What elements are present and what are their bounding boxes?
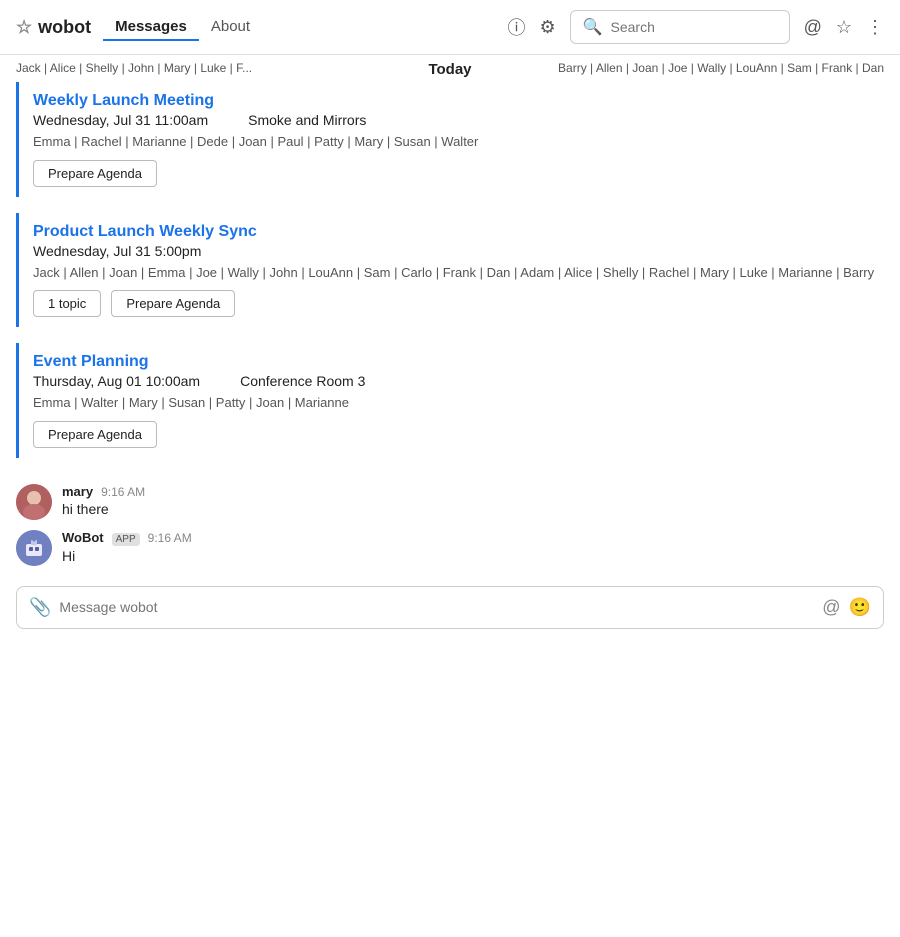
prepare-agenda-button-1[interactable]: Prepare Agenda <box>33 160 157 187</box>
star-button[interactable]: ☆ <box>836 17 852 38</box>
meeting-attendees-product-launch: Jack | Allen | Joan | Emma | Joe | Wally… <box>33 263 884 283</box>
meeting-datetime-weekly-launch: Wednesday, Jul 31 11:00am <box>33 112 208 128</box>
msg-content-wobot: WoBot APP 9:16 AM Hi <box>62 530 192 564</box>
prepare-agenda-button-2[interactable]: Prepare Agenda <box>111 290 235 317</box>
at-input-icon[interactable]: @ <box>822 597 840 618</box>
nav-tabs: Messages About <box>103 14 262 41</box>
topic-button[interactable]: 1 topic <box>33 290 101 317</box>
message-input[interactable] <box>59 599 814 615</box>
info-button[interactable]: ⓘ <box>507 14 525 40</box>
tab-about[interactable]: About <box>199 14 262 41</box>
msg-time-wobot: 9:16 AM <box>148 531 192 545</box>
today-right-names: Barry | Allen | Joan | Joe | Wally | Lou… <box>484 61 884 75</box>
app-logo: ☆ wobot <box>16 17 91 38</box>
msg-header-mary: mary 9:16 AM <box>62 484 145 499</box>
msg-author-wobot: WoBot <box>62 530 104 545</box>
meetings-list: Weekly Launch Meeting Wednesday, Jul 31 … <box>0 82 900 474</box>
star-icon: ☆ <box>16 17 32 38</box>
meeting-meta-event-planning: Thursday, Aug 01 10:00am Conference Room… <box>33 373 884 389</box>
today-bar: Jack | Alice | Shelly | John | Mary | Lu… <box>0 55 900 82</box>
messages-section: mary 9:16 AM hi there WoBo <box>0 474 900 576</box>
meeting-meta-product-launch: Wednesday, Jul 31 5:00pm <box>33 243 884 259</box>
app-badge-wobot: APP <box>112 533 140 546</box>
msg-time-mary: 9:16 AM <box>101 485 145 499</box>
meeting-location-weekly-launch: Smoke and Mirrors <box>248 112 366 128</box>
app-header: ☆ wobot Messages About ⓘ ⚙ 🔍 @ ☆ ⋮ <box>0 0 900 55</box>
msg-content-mary: mary 9:16 AM hi there <box>62 484 145 517</box>
search-input[interactable] <box>611 19 777 35</box>
meeting-datetime-product-launch: Wednesday, Jul 31 5:00pm <box>33 243 201 259</box>
meeting-meta-weekly-launch: Wednesday, Jul 31 11:00am Smoke and Mirr… <box>33 112 884 128</box>
today-label: Today <box>416 61 483 78</box>
meeting-card-event-planning: Event Planning Thursday, Aug 01 10:00am … <box>16 343 884 458</box>
meeting-actions-event-planning: Prepare Agenda <box>33 421 884 448</box>
avatar-wobot <box>16 530 52 566</box>
meeting-attendees-event-planning: Emma | Walter | Mary | Susan | Patty | J… <box>33 393 884 413</box>
meeting-location-event-planning: Conference Room 3 <box>240 373 365 389</box>
avatar-mary <box>16 484 52 520</box>
meeting-title-event-planning[interactable]: Event Planning <box>33 353 884 371</box>
main-content: Jack | Alice | Shelly | John | Mary | Lu… <box>0 55 900 645</box>
avatar-wobot-image <box>16 530 52 566</box>
message-row-mary: mary 9:16 AM hi there <box>16 484 884 520</box>
msg-author-mary: mary <box>62 484 93 499</box>
app-name: wobot <box>38 17 91 38</box>
search-box: 🔍 <box>570 10 790 44</box>
more-button[interactable]: ⋮ <box>866 17 884 38</box>
header-icons: ⓘ ⚙ 🔍 @ ☆ ⋮ <box>507 10 884 44</box>
meeting-actions-weekly-launch: Prepare Agenda <box>33 160 884 187</box>
at-button[interactable]: @ <box>804 17 822 38</box>
msg-text-wobot: Hi <box>62 548 192 564</box>
search-icon: 🔍 <box>583 17 603 37</box>
emoji-icon[interactable]: 🙂 <box>849 597 871 618</box>
meeting-attendees-weekly-launch: Emma | Rachel | Marianne | Dede | Joan |… <box>33 132 884 152</box>
tab-messages[interactable]: Messages <box>103 14 199 41</box>
attach-icon[interactable]: 📎 <box>29 597 51 618</box>
meeting-actions-product-launch: 1 topic Prepare Agenda <box>33 290 884 317</box>
message-row-wobot: WoBot APP 9:16 AM Hi <box>16 530 884 566</box>
avatar-mary-image <box>16 484 52 520</box>
prepare-agenda-button-3[interactable]: Prepare Agenda <box>33 421 157 448</box>
meeting-title-product-launch[interactable]: Product Launch Weekly Sync <box>33 223 884 241</box>
msg-header-wobot: WoBot APP 9:16 AM <box>62 530 192 546</box>
meeting-datetime-event-planning: Thursday, Aug 01 10:00am <box>33 373 200 389</box>
message-input-bar: 📎 @ 🙂 <box>16 586 884 629</box>
meeting-title-weekly-launch[interactable]: Weekly Launch Meeting <box>33 92 884 110</box>
meeting-card-product-launch: Product Launch Weekly Sync Wednesday, Ju… <box>16 213 884 328</box>
meeting-card-weekly-launch: Weekly Launch Meeting Wednesday, Jul 31 … <box>16 82 884 197</box>
msg-text-mary: hi there <box>62 501 145 517</box>
today-left-names: Jack | Alice | Shelly | John | Mary | Lu… <box>16 61 416 75</box>
settings-button[interactable]: ⚙ <box>539 17 555 38</box>
